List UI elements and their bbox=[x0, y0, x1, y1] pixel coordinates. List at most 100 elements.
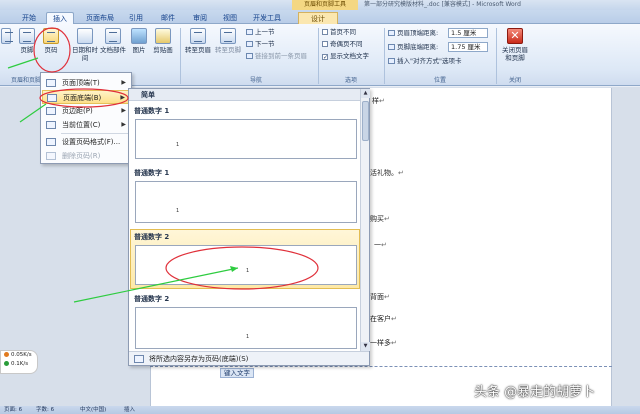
link-to-previous-button[interactable]: 链接到前一条页眉 bbox=[246, 52, 307, 61]
submenu-arrow-icon: ▶ bbox=[120, 94, 125, 101]
header-from-top-input[interactable]: 1.5 厘米 bbox=[448, 28, 488, 38]
menu-item-page-bottom[interactable]: 页面底端(B) ▶ bbox=[42, 90, 130, 104]
goto-footer-icon bbox=[220, 28, 236, 44]
docparts-button-label: 文档部件 bbox=[100, 46, 126, 54]
gallery-section-title: 普通数字 1 bbox=[134, 107, 170, 115]
gallery-preview-plain-number-1b[interactable]: 1 bbox=[135, 181, 357, 223]
tab-home[interactable]: 开始 bbox=[14, 12, 44, 24]
scroll-thumb[interactable] bbox=[362, 101, 369, 141]
document-text-line: 一↵ bbox=[374, 241, 387, 249]
gallery-section-title: 普通数字 1 bbox=[134, 169, 170, 177]
scroll-up-icon[interactable]: ▲ bbox=[361, 89, 370, 98]
header-from-top-label: 页眉顶端距离: bbox=[388, 29, 438, 38]
upload-speed: 0.05K/s bbox=[1, 351, 37, 360]
group-label-position: 位置 bbox=[433, 77, 446, 84]
docparts-button[interactable]: 文档部件 bbox=[100, 28, 126, 54]
menu-item-page-top[interactable]: 页面顶端(T) ▶ bbox=[42, 76, 130, 90]
tab-developer[interactable]: 开发工具 bbox=[248, 12, 286, 24]
show-doc-text-checkbox[interactable]: ✓ 显示文档文字 bbox=[322, 52, 369, 61]
prev-section-button[interactable]: 上一节 bbox=[246, 28, 275, 37]
clipart-button-label: 剪贴画 bbox=[153, 46, 173, 54]
footer-from-bottom-text: 页脚底端距离: bbox=[397, 43, 439, 51]
docparts-icon bbox=[105, 28, 121, 44]
datetime-button[interactable]: 日期和时间 bbox=[72, 28, 98, 62]
page-top-icon bbox=[46, 79, 56, 87]
document-text-line: 背面↵ bbox=[370, 293, 390, 301]
next-section-button[interactable]: 下一节 bbox=[246, 40, 275, 49]
footer-button[interactable]: 页脚 bbox=[16, 28, 38, 54]
tab-insert[interactable]: 插入 bbox=[46, 12, 74, 24]
save-selection-label: 将所选内容另存为页码(底端)(S) bbox=[149, 355, 249, 363]
group-separator bbox=[496, 28, 497, 84]
goto-footer-button[interactable]: 转至页脚 bbox=[214, 28, 242, 54]
menu-item-label: 当前位置(C) bbox=[62, 121, 101, 129]
group-separator bbox=[318, 28, 319, 84]
document-text-line: 样↵ bbox=[372, 97, 385, 105]
menu-item-page-margins[interactable]: 页边距(P) ▶ bbox=[42, 104, 130, 118]
tab-design[interactable]: 设计 bbox=[298, 12, 338, 24]
checkbox-icon bbox=[322, 41, 328, 47]
gallery-scrollbar[interactable]: ▲ ▼ bbox=[360, 89, 370, 351]
footer-boundary-line bbox=[150, 366, 612, 367]
menu-item-format-page-numbers[interactable]: 设置页码格式(F)... bbox=[42, 135, 130, 149]
submenu-arrow-icon: ▶ bbox=[121, 79, 126, 86]
footer-from-bottom-input[interactable]: 1.75 厘米 bbox=[448, 42, 488, 52]
group-label-options: 选项 bbox=[344, 77, 357, 84]
status-page[interactable]: 页面: 6 bbox=[4, 406, 22, 414]
save-selection-as-page-number-button[interactable]: 将所选内容另存为页码(底端)(S) bbox=[129, 351, 369, 365]
clipart-button[interactable]: 剪贴画 bbox=[150, 28, 176, 54]
tab-mailings[interactable]: 邮件 bbox=[156, 12, 180, 24]
document-text-line: 一样多↵ bbox=[370, 339, 397, 347]
first-page-label: 首页不同 bbox=[330, 28, 356, 36]
status-bar: 页面: 6 字数: 6 中文(中国) 插入 bbox=[0, 406, 640, 414]
footer-placeholder[interactable]: 键入文字 bbox=[220, 368, 254, 378]
page-number-marker: 1 bbox=[176, 142, 180, 148]
group-label-navigation: 导航 bbox=[249, 77, 262, 84]
current-position-icon bbox=[46, 121, 56, 129]
first-page-different-checkbox[interactable]: 首页不同 bbox=[322, 28, 356, 37]
scroll-down-icon[interactable]: ▼ bbox=[361, 342, 370, 351]
status-language[interactable]: 中文(中国) bbox=[80, 406, 106, 414]
status-mode[interactable]: 插入 bbox=[124, 406, 135, 414]
gallery-preview-plain-number-2b[interactable]: 1 bbox=[135, 307, 357, 349]
picture-button-label: 图片 bbox=[132, 46, 146, 54]
goto-header-label: 转至页眉 bbox=[185, 46, 211, 54]
page-number-button-label: 页码 bbox=[44, 46, 58, 54]
tab-page-layout[interactable]: 页面布局 bbox=[80, 12, 120, 24]
goto-header-button[interactable]: 转至页眉 bbox=[184, 28, 212, 54]
menu-item-label: 设置页码格式(F)... bbox=[62, 138, 121, 146]
page-number-button[interactable]: 页码 bbox=[40, 28, 62, 54]
page-number-marker: 1 bbox=[246, 268, 250, 274]
close-header-footer-button[interactable]: ✕ 关闭页眉和页脚 bbox=[500, 28, 530, 62]
format-icon bbox=[46, 138, 56, 146]
show-text-label: 显示文档文字 bbox=[330, 52, 369, 60]
gallery-preview-plain-number-2a[interactable]: 1 bbox=[135, 245, 357, 285]
checkbox-icon bbox=[322, 29, 328, 35]
gallery-preview-plain-number-1a[interactable]: 1 bbox=[135, 119, 357, 159]
prev-section-label: 上一节 bbox=[255, 28, 275, 36]
tab-references[interactable]: 引用 bbox=[124, 12, 148, 24]
menu-item-remove-page-numbers[interactable]: 删除页码(R) bbox=[42, 149, 130, 163]
document-text-line: 在客户↵ bbox=[370, 315, 397, 323]
header-button-partial[interactable] bbox=[0, 28, 13, 46]
tab-review[interactable]: 审阅 bbox=[188, 12, 212, 24]
download-dot-icon bbox=[4, 361, 9, 366]
gallery-section-title: 普通数字 2 bbox=[134, 295, 170, 303]
goto-footer-label: 转至页脚 bbox=[215, 46, 241, 54]
insert-align-tab-label: 插入"对齐方式"选项卡 bbox=[397, 57, 462, 65]
picture-button[interactable]: 图片 bbox=[128, 28, 150, 54]
group-label-close: 关闭 bbox=[508, 77, 521, 84]
page-number-menu: 页面顶端(T) ▶ 页面底端(B) ▶ 页边距(P) ▶ 当前位置(C) ▶ 设置页码格… bbox=[40, 72, 132, 164]
up-arrow-icon bbox=[246, 29, 253, 35]
save-selection-icon bbox=[134, 355, 144, 363]
odd-even-different-checkbox[interactable]: 奇偶页不同 bbox=[322, 40, 363, 49]
status-words[interactable]: 字数: 6 bbox=[36, 406, 54, 414]
tab-view[interactable]: 视图 bbox=[218, 12, 242, 24]
odd-even-label: 奇偶页不同 bbox=[330, 40, 363, 48]
header-from-top-text: 页眉顶端距离: bbox=[397, 29, 439, 37]
menu-item-label: 删除页码(R) bbox=[62, 152, 101, 160]
insert-align-tab-button[interactable]: 插入"对齐方式"选项卡 bbox=[388, 57, 461, 66]
page-number-marker: 1 bbox=[176, 208, 180, 214]
menu-item-label: 页面顶端(T) bbox=[62, 79, 100, 87]
menu-item-current-position[interactable]: 当前位置(C) ▶ bbox=[42, 118, 130, 132]
